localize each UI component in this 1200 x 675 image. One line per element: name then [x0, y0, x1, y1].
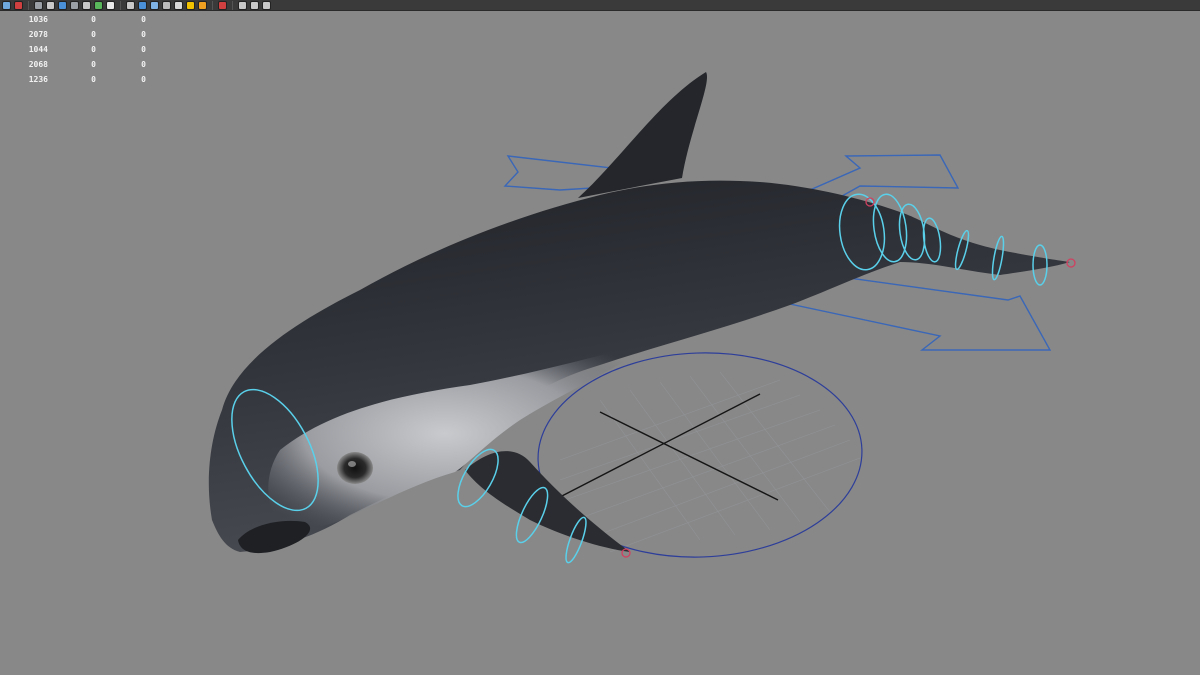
eye-highlight — [348, 461, 356, 467]
dorsal-fin — [578, 72, 708, 198]
world-origin-cross — [557, 393, 779, 501]
3d-viewport[interactable] — [0, 0, 1200, 675]
tail-tip-locator[interactable] — [1066, 258, 1076, 268]
porpoise-eye — [337, 452, 373, 484]
